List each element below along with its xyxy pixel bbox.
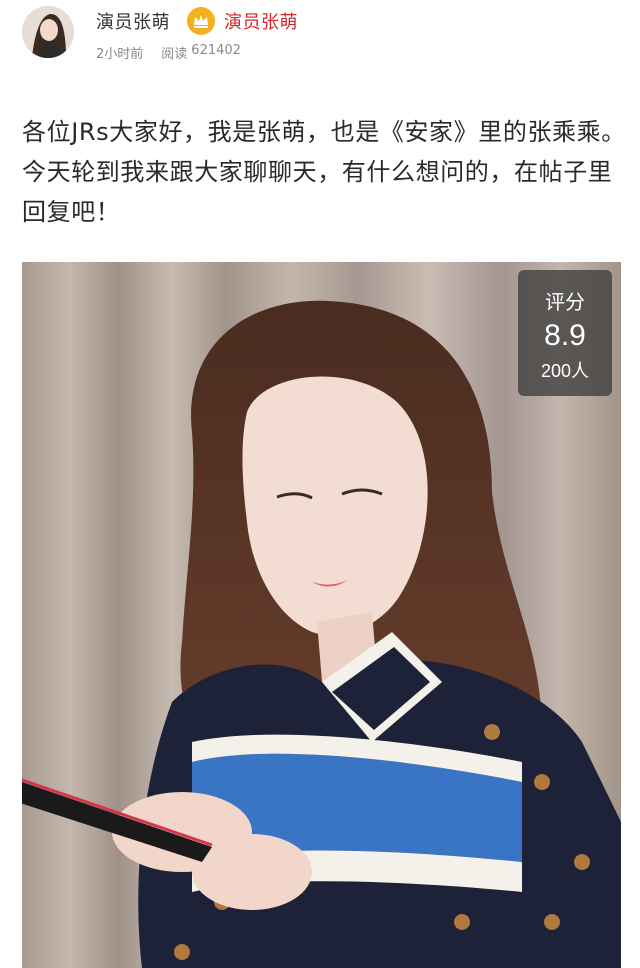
- reads-label: 阅读: [161, 47, 188, 62]
- post-header: 演员张萌 演员张萌 2小时前 阅读 621402: [0, 0, 640, 80]
- rating-label: 评分: [545, 291, 585, 314]
- rating-count: 200人: [540, 360, 590, 381]
- read-count: 阅读 621402: [161, 43, 241, 62]
- reads-number: 621402: [191, 43, 241, 58]
- author-name[interactable]: 演员张萌: [96, 8, 170, 34]
- rating-card: 评分 8.9 200人: [518, 270, 612, 396]
- author-row: 演员张萌 演员张萌: [96, 7, 298, 35]
- rating-value: 8.9: [544, 318, 586, 352]
- post-meta: 2小时前 阅读 621402: [96, 43, 241, 62]
- post-content: 各位JRs大家好，我是张萌，也是《安家》里的张乘乘。今天轮到我来跟大家聊聊天，有…: [22, 118, 626, 226]
- verified-name[interactable]: 演员张萌: [224, 8, 298, 34]
- post-photo[interactable]: 评分 8.9 200人: [22, 262, 621, 968]
- post-time: 2小时前: [96, 47, 144, 62]
- avatar[interactable]: [22, 6, 74, 58]
- crown-badge-icon: [187, 7, 215, 35]
